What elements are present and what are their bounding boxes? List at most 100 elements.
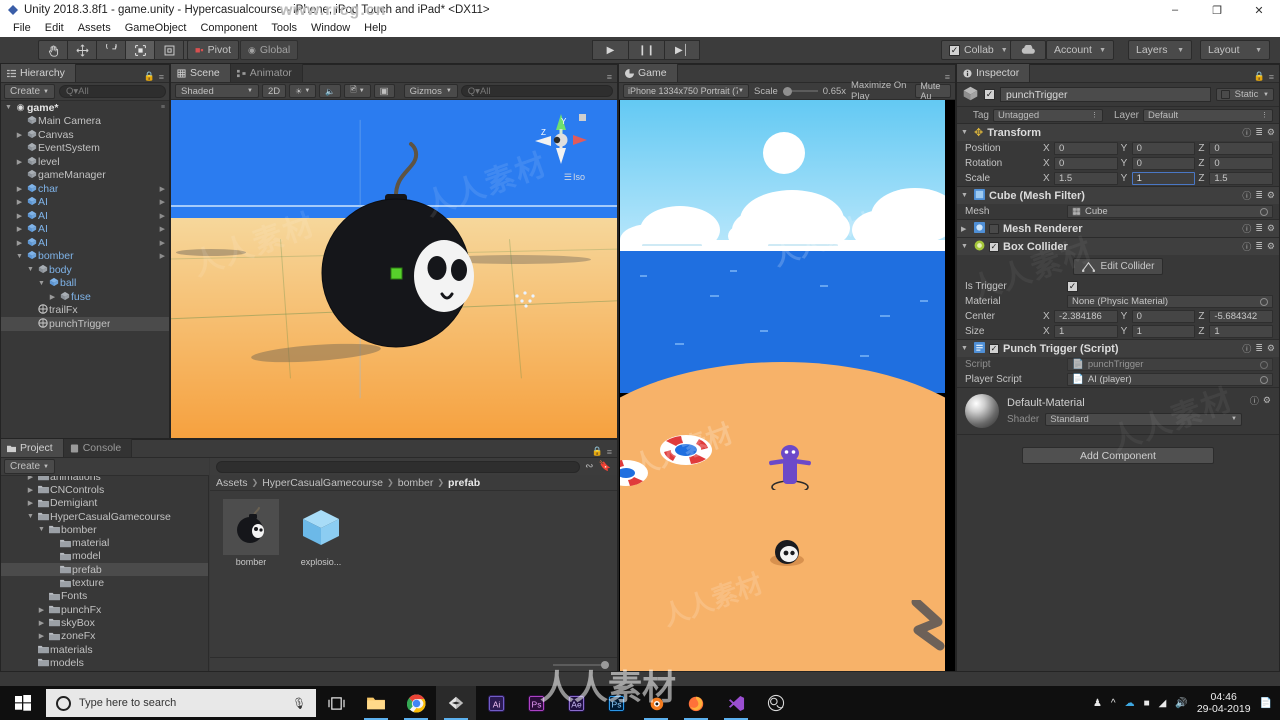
project-folder-demigiant[interactable]: ▶ Demigiant [1, 497, 208, 510]
add-component-button[interactable]: Add Component [1022, 447, 1214, 464]
chevron-right-icon[interactable]: ▶ [36, 632, 47, 640]
center-x-input[interactable]: -2.384186 [1054, 310, 1118, 323]
asset-explosion[interactable]: explosio... [292, 499, 350, 567]
volume-icon[interactable]: 🔊 [1175, 698, 1187, 709]
scale-slider[interactable] [782, 86, 818, 96]
scene-lighting-toggle[interactable]: ☀ ▼ [289, 84, 317, 98]
shading-dropdown[interactable]: Shaded ▼ [175, 84, 259, 98]
menu-file[interactable]: File [6, 20, 38, 37]
position-y-input[interactable]: 0 [1131, 142, 1196, 155]
photoshop-2-icon[interactable]: Ps [596, 686, 636, 720]
project-folder-cncontrols[interactable]: ▶ CNControls [1, 483, 208, 496]
layer-dropdown[interactable]: Default ⋮ [1143, 108, 1273, 122]
thumbnail-size-slider[interactable] [553, 660, 609, 669]
hierarchy-item-body[interactable]: ▼ body [1, 263, 169, 277]
gear-icon[interactable]: ⚙ [1267, 190, 1275, 201]
chevron-right-icon[interactable]: ▶ [160, 252, 165, 260]
rotate-tool-button[interactable] [96, 40, 125, 60]
gear-icon[interactable]: ⚙ [1267, 343, 1275, 354]
tab-animator[interactable]: Animator [230, 64, 303, 82]
mesh-renderer-header[interactable]: ▶ Mesh Renderer ⓘ ≣ ⚙ [957, 220, 1279, 237]
rotation-y-input[interactable]: 0 [1131, 157, 1196, 170]
tab-project[interactable]: Project [1, 439, 64, 457]
menu-edit[interactable]: Edit [38, 20, 71, 37]
menu-icon[interactable]: ≡ [159, 72, 164, 82]
menu-icon[interactable]: ≡ [607, 447, 612, 457]
center-z-input[interactable]: -5.684342 [1209, 310, 1274, 323]
preset-icon[interactable]: ≣ [1255, 241, 1263, 252]
hierarchy-item-eventsystem[interactable]: EventSystem [1, 142, 169, 156]
size-y-input[interactable]: 1 [1131, 325, 1196, 338]
unity-icon[interactable] [436, 686, 476, 720]
chevron-right-icon[interactable]: ▶ [160, 185, 165, 193]
gameobject-enabled-checkbox[interactable]: ✓ [984, 89, 995, 100]
layers-dropdown[interactable]: Layers ▼ [1128, 40, 1192, 60]
global-toggle[interactable]: ◉ Global [240, 40, 299, 60]
box-collider-header[interactable]: ▼ ✓ Box Collider ⓘ ≣ ⚙ [957, 238, 1279, 255]
hierarchy-item-main-camera[interactable]: Main Camera [1, 115, 169, 129]
chevron-right-icon[interactable]: ▶ [14, 131, 25, 139]
center-y-input[interactable]: 0 [1131, 310, 1196, 323]
punch-trigger-header[interactable]: ▼ ✓ Punch Trigger (Script) ⓘ ≣ ⚙ [957, 340, 1279, 357]
scale-z-input[interactable]: 1.5 [1209, 172, 1274, 185]
breadcrumb-assets[interactable]: Assets [216, 477, 248, 489]
chevron-right-icon[interactable]: ▶ [36, 606, 47, 614]
chevron-right-icon[interactable]: ▶ [14, 225, 25, 233]
menu-tools[interactable]: Tools [264, 20, 304, 37]
chevron-right-icon[interactable]: ▶ [160, 239, 165, 247]
close-button[interactable]: ✕ [1238, 0, 1280, 20]
chevron-down-icon[interactable]: ▼ [961, 129, 970, 136]
size-z-input[interactable]: 1 [1209, 325, 1274, 338]
scale-tool-button[interactable] [125, 40, 154, 60]
scale-y-input[interactable]: 1 [1131, 172, 1196, 185]
game-viewport[interactable]: 人人素材 人人素材 人人素材 [619, 100, 955, 671]
chevron-right-icon[interactable]: ▶ [25, 486, 36, 494]
breadcrumb-prefab[interactable]: prefab [448, 477, 480, 489]
help-icon[interactable]: ⓘ [1242, 189, 1251, 202]
gear-icon[interactable]: ⚙ [1267, 127, 1275, 138]
project-folder-animations[interactable]: ▶ animations [1, 476, 208, 483]
rect-tool-button[interactable] [154, 40, 183, 60]
chevron-up-icon[interactable]: ^ [1111, 698, 1116, 709]
position-x-input[interactable]: 0 [1054, 142, 1118, 155]
punch-trigger-enabled-checkbox[interactable]: ✓ [989, 343, 999, 354]
after-effects-icon[interactable]: Ae [556, 686, 596, 720]
hierarchy-item-fuse[interactable]: ▶ fuse [1, 290, 169, 304]
layout-dropdown[interactable]: Layout ▼ [1200, 40, 1270, 60]
help-icon[interactable]: ⓘ [1242, 240, 1251, 253]
collab-button[interactable]: ✓ Collab ▼ [941, 40, 1016, 60]
onedrive-icon[interactable]: ☁ [1125, 698, 1135, 709]
start-button[interactable] [0, 686, 46, 720]
physic-material-field[interactable]: None (Physic Material) [1067, 295, 1273, 308]
project-folder-hypercasualgamecourse[interactable]: ▼ HyperCasualGamecourse [1, 510, 208, 523]
preset-icon[interactable]: ≣ [1255, 223, 1263, 234]
scene-orientation-gizmo[interactable]: Z Y [533, 110, 589, 170]
preset-icon[interactable]: ≣ [1255, 343, 1263, 354]
chevron-down-icon[interactable]: ▼ [3, 104, 14, 111]
hierarchy-item-ball[interactable]: ▼ ball [1, 277, 169, 291]
blender-icon[interactable] [636, 686, 676, 720]
project-folder-texture[interactable]: texture [1, 576, 208, 589]
project-folder-punchfx[interactable]: ▶ punchFx [1, 603, 208, 616]
chevron-right-icon[interactable]: ▶ [25, 499, 36, 507]
gameobject-name-input[interactable]: punchTrigger [1000, 87, 1211, 102]
project-folder-material[interactable]: material [1, 536, 208, 549]
mesh-renderer-enabled-checkbox[interactable] [989, 223, 999, 234]
account-dropdown[interactable]: Account ▼ [1046, 40, 1114, 60]
project-folder-zonefx[interactable]: ▶ zoneFx [1, 630, 208, 643]
tab-scene[interactable]: Scene [171, 64, 231, 82]
step-button[interactable]: ▶│ [664, 40, 700, 60]
scene-fx-toggle[interactable]: 🖻 ▼ [344, 84, 371, 98]
chevron-right-icon[interactable]: ▶ [14, 158, 25, 166]
minimize-button[interactable]: – [1154, 0, 1196, 20]
photoshop-icon[interactable]: Ps [516, 686, 556, 720]
scene-effects-toggle[interactable]: ▣ [373, 84, 395, 98]
size-x-input[interactable]: 1 [1054, 325, 1118, 338]
task-view-icon[interactable] [316, 686, 356, 720]
breadcrumb-bomber[interactable]: bomber [398, 477, 434, 489]
aspect-dropdown[interactable]: iPhone 1334x750 Portrait (750x ▼ [623, 84, 749, 98]
position-z-input[interactable]: 0 [1209, 142, 1274, 155]
menu-help[interactable]: Help [357, 20, 394, 37]
help-icon[interactable]: ⓘ [1250, 394, 1259, 407]
scene-audio-toggle[interactable]: 🔈 [319, 84, 342, 98]
